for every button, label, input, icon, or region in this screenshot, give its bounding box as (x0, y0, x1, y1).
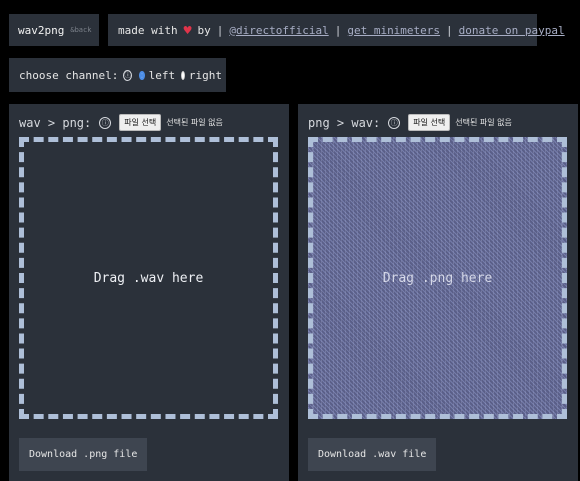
back-link[interactable]: &back (70, 26, 91, 34)
png-drop-zone[interactable]: Drag .png here (308, 137, 567, 419)
choose-file-button[interactable]: 파일 선택 (119, 114, 162, 131)
info-icon[interactable]: ⓘ (99, 116, 112, 129)
choose-file-button[interactable]: 파일 선택 (408, 114, 451, 131)
panel-title: wav > png: (19, 115, 92, 130)
made-with-text: made with (118, 23, 178, 37)
left-label[interactable]: left (149, 69, 176, 82)
info-icon[interactable]: ⓘ (123, 69, 133, 81)
right-label[interactable]: right (189, 69, 222, 82)
wav-drop-zone[interactable]: Drag .wav here (19, 137, 278, 419)
app-logo: wav2png (18, 23, 65, 37)
channel-selector: choose channel: ⓘ left right (9, 58, 226, 92)
by-text: by (197, 23, 211, 37)
png-to-wav-panel: png > wav: ⓘ 파일 선택 선택된 파일 없음 Drag .png h… (298, 104, 578, 481)
drop-text: Drag .wav here (93, 270, 204, 286)
credits-bar: made with ♥ by | @directofficial | get m… (108, 14, 565, 46)
right-radio[interactable] (181, 70, 185, 80)
no-file-text: 선택된 파일 없음 (166, 118, 223, 127)
donate-paypal-link[interactable]: donate on paypal (459, 24, 565, 37)
left-radio[interactable] (139, 70, 145, 80)
panel-title: png > wav: (308, 115, 381, 130)
download-png-button[interactable]: Download .png file (19, 438, 148, 471)
separator: | (446, 23, 453, 37)
directofficial-link[interactable]: @directofficial (229, 24, 328, 37)
download-wav-button[interactable]: Download .wav file (308, 438, 437, 471)
wav-to-png-panel: wav > png: ⓘ 파일 선택 선택된 파일 없음 Drag .wav h… (9, 104, 289, 481)
panel-header: wav > png: ⓘ 파일 선택 선택된 파일 없음 (19, 114, 223, 131)
drop-text: Drag .png here (382, 270, 493, 286)
channel-label: choose channel: (19, 68, 119, 82)
heart-icon: ♥ (182, 23, 193, 37)
logo-bar: wav2png &back (9, 14, 99, 46)
get-minimeters-link[interactable]: get minimeters (347, 24, 440, 37)
info-icon[interactable]: ⓘ (388, 116, 401, 129)
separator: | (334, 23, 342, 37)
no-file-text: 선택된 파일 없음 (455, 118, 512, 127)
separator: | (216, 23, 224, 37)
panel-header: png > wav: ⓘ 파일 선택 선택된 파일 없음 (308, 114, 512, 131)
